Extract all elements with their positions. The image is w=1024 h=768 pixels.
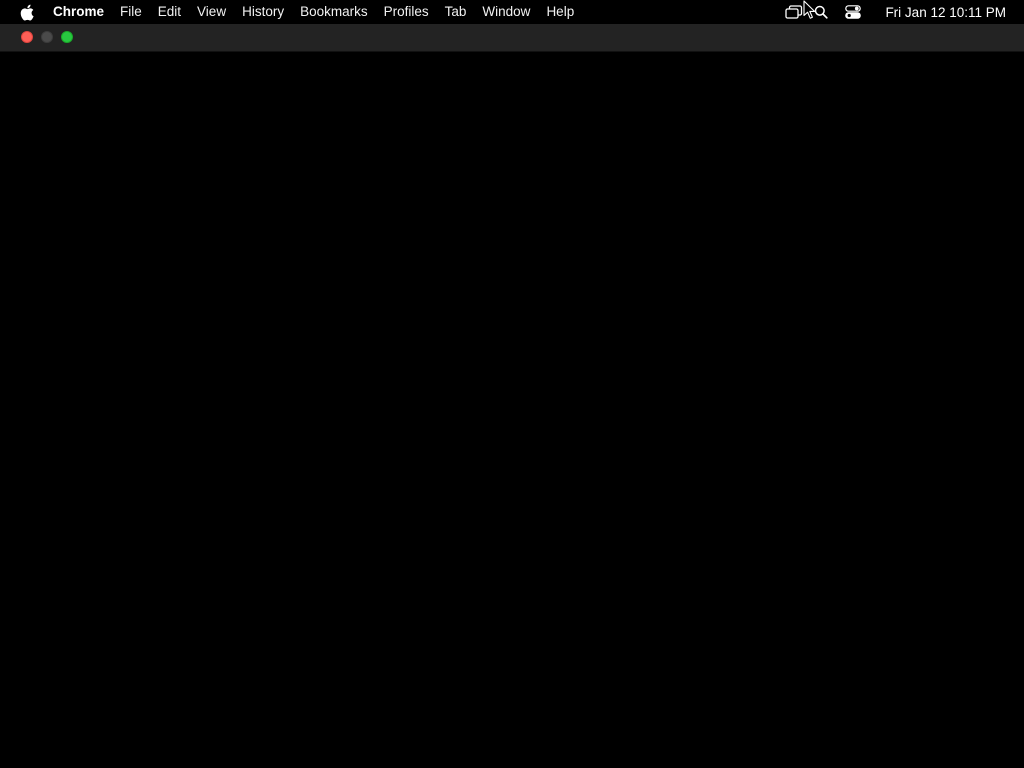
menu-help[interactable]: Help bbox=[538, 0, 582, 24]
menu-window[interactable]: Window bbox=[474, 0, 538, 24]
status-area: Fri Jan 12 10:11 PM bbox=[779, 0, 1024, 24]
menu-history[interactable]: History bbox=[234, 0, 292, 24]
menu-view[interactable]: View bbox=[189, 0, 234, 24]
menu-edit[interactable]: Edit bbox=[150, 0, 189, 24]
window-minimize-button[interactable] bbox=[41, 31, 53, 43]
menu-bookmarks[interactable]: Bookmarks bbox=[292, 0, 376, 24]
browser-content-area[interactable] bbox=[0, 52, 1024, 768]
menu-app-chrome[interactable]: Chrome bbox=[45, 0, 112, 24]
control-center-icon[interactable] bbox=[833, 0, 873, 24]
window-titlebar[interactable] bbox=[0, 24, 1024, 52]
app-menu-list: Chrome File Edit View History Bookmarks … bbox=[45, 0, 582, 24]
menu-bar-clock[interactable]: Fri Jan 12 10:11 PM bbox=[873, 5, 1024, 20]
menu-profiles[interactable]: Profiles bbox=[376, 0, 437, 24]
apple-logo-icon[interactable] bbox=[19, 3, 35, 21]
menu-bar: Chrome File Edit View History Bookmarks … bbox=[0, 0, 1024, 24]
menu-file[interactable]: File bbox=[112, 0, 150, 24]
menu-tab[interactable]: Tab bbox=[437, 0, 475, 24]
window-close-button[interactable] bbox=[21, 31, 33, 43]
window-maximize-button[interactable] bbox=[61, 31, 73, 43]
screen-mirroring-icon[interactable] bbox=[779, 0, 809, 24]
spotlight-search-icon[interactable] bbox=[809, 0, 833, 24]
